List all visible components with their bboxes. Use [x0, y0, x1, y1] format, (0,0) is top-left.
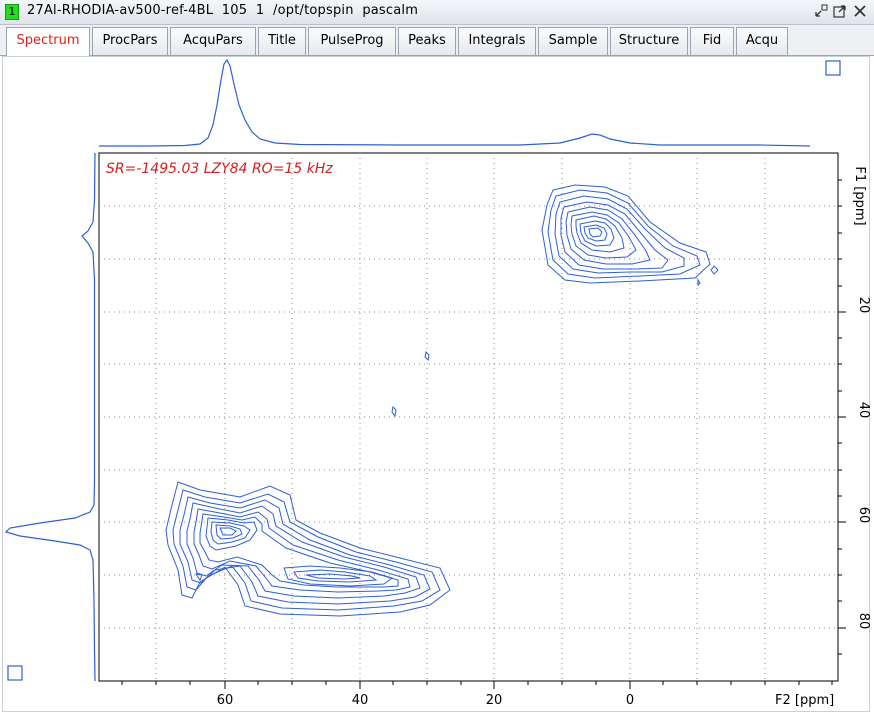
window-title: 27Al-RHODIA-av500-ref-4BL 105 1 /opt/top… — [27, 3, 419, 18]
tab-peaks[interactable]: Peaks — [398, 27, 456, 55]
tab-integrals[interactable]: Integrals — [458, 27, 536, 55]
f1-tick-label: 60 — [856, 507, 871, 524]
f1-axis-ticks — [838, 179, 846, 655]
window-titlebar: 1 27Al-RHODIA-av500-ref-4BL 105 1 /opt/t… — [0, 0, 874, 25]
spectrum-2d-plot[interactable]: 60 40 20 0 F2 [ppm] 20 40 60 80 F1 [ppm]… — [0, 56, 874, 714]
tab-title[interactable]: Title — [258, 27, 306, 55]
spectrum-annotation: SR=-1495.03 LZY84 RO=15 kHz — [106, 161, 333, 177]
tab-bar: Spectrum ProcPars AcquPars Title PulsePr… — [0, 25, 874, 56]
f2-axis-ticks — [121, 681, 833, 689]
f2-tick-label: 60 — [217, 693, 234, 708]
window-number-badge: 1 — [5, 4, 19, 20]
tab-spectrum[interactable]: Spectrum — [6, 27, 90, 56]
f2-tick-label: 40 — [352, 693, 369, 708]
f1-projection-trace — [4, 152, 96, 682]
tab-pulseprog[interactable]: PulseProg — [308, 27, 396, 55]
contour-noise-spots — [391, 350, 430, 418]
f1-tick-label: 20 — [856, 297, 871, 314]
projection-toggle-icon[interactable] — [825, 60, 841, 76]
f2-axis-label: F2 [ppm] — [775, 693, 834, 708]
tab-procpars[interactable]: ProcPars — [92, 27, 168, 55]
contour-peak-octahedral — [165, 481, 451, 617]
f2-tick-label: 0 — [626, 693, 634, 708]
tab-acqupars[interactable]: AcquPars — [170, 27, 256, 55]
f1-axis-label: F1 [ppm] — [852, 166, 867, 225]
maximize-window-icon[interactable] — [833, 4, 847, 18]
tab-fid[interactable]: Fid — [690, 27, 734, 55]
f2-tick-label: 20 — [486, 693, 503, 708]
grid-lines — [99, 153, 838, 681]
close-window-icon[interactable] — [853, 4, 867, 18]
projection-toggle-icon[interactable] — [7, 665, 23, 681]
f2-projection-trace — [99, 58, 811, 147]
f1-tick-label: 40 — [856, 402, 871, 419]
tab-sample[interactable]: Sample — [538, 27, 608, 55]
tab-acqu[interactable]: Acqu — [736, 27, 788, 55]
contour-peak-aliphatic — [541, 184, 719, 287]
minimize-window-icon[interactable] — [814, 4, 828, 18]
f1-tick-label: 80 — [856, 613, 871, 630]
tab-structure[interactable]: Structure — [610, 27, 688, 55]
